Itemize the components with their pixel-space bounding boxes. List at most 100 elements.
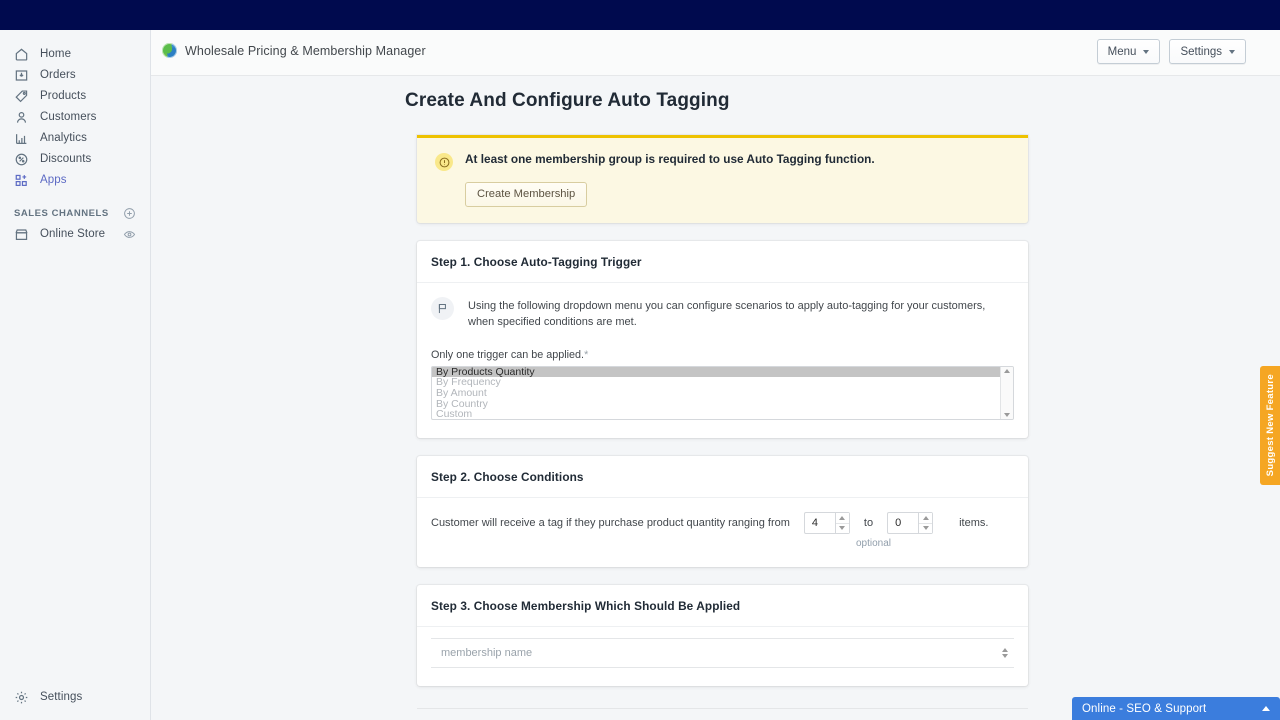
- caret-updown-icon: [1002, 648, 1008, 658]
- step-1-card: Step 1. Choose Auto-Tagging Trigger Usin…: [417, 241, 1028, 438]
- required-marker: *: [584, 349, 588, 361]
- step-1-hint: Using the following dropdown menu you ca…: [431, 297, 1014, 331]
- sidebar-item-online-store[interactable]: Online Store: [8, 224, 142, 245]
- trigger-listbox-options: By Products Quantity By Frequency By Amo…: [432, 367, 1000, 419]
- discounts-percent-icon: [14, 152, 29, 167]
- step-1-title: Step 1. Choose Auto-Tagging Trigger: [431, 255, 642, 269]
- warning-banner-message: At least one membership group is require…: [465, 152, 875, 168]
- sidebar-item-label: Analytics: [40, 133, 87, 145]
- trigger-field-label: Only one trigger can be applied.*: [431, 349, 1014, 361]
- sidebar-item-settings[interactable]: Settings: [8, 687, 143, 708]
- sidebar-nav: Home Orders Products Customers: [0, 30, 150, 245]
- step-1-header: Step 1. Choose Auto-Tagging Trigger: [417, 241, 1028, 283]
- warning-banner-body: At least one membership group is require…: [465, 152, 875, 207]
- chat-widget[interactable]: Online - SEO & Support: [1072, 697, 1280, 720]
- sidebar-item-label: Apps: [40, 175, 67, 187]
- sidebar-item-home[interactable]: Home: [8, 44, 142, 65]
- sidebar-item-label: Products: [40, 91, 86, 103]
- app-identity: Wholesale Pricing & Membership Manager: [162, 43, 426, 58]
- caret-up-icon[interactable]: [1004, 369, 1010, 373]
- list-item[interactable]: By Amount: [432, 388, 1000, 399]
- caret-down-icon[interactable]: [1004, 413, 1010, 417]
- products-tag-icon: [14, 89, 29, 104]
- chevron-down-icon: [1143, 50, 1149, 54]
- alert-circle-icon: [435, 153, 453, 171]
- quantity-from-stepper[interactable]: [804, 512, 850, 534]
- settings-button[interactable]: Settings: [1169, 39, 1246, 64]
- sidebar-item-label: Settings: [40, 692, 82, 704]
- footer-divider: [417, 708, 1028, 709]
- menu-button[interactable]: Menu: [1097, 39, 1161, 64]
- membership-select-placeholder: membership name: [441, 647, 532, 659]
- list-item[interactable]: By Frequency: [432, 377, 1000, 388]
- listbox-scrollbar[interactable]: [1000, 367, 1013, 419]
- app-header: Wholesale Pricing & Membership Manager M…: [151, 30, 1280, 76]
- menu-button-label: Menu: [1108, 46, 1137, 58]
- sidebar-item-label: Customers: [40, 112, 97, 124]
- chat-widget-label: Online - SEO & Support: [1082, 703, 1206, 715]
- sidebar-item-label: Discounts: [40, 154, 91, 166]
- apps-grid-plus-icon: [14, 173, 29, 188]
- sidebar: Home Orders Products Customers: [0, 30, 151, 720]
- sidebar-item-discounts[interactable]: Discounts: [8, 149, 142, 170]
- condition-text: Customer will receive a tag if they purc…: [431, 517, 790, 529]
- app-header-actions: Menu Settings: [1097, 39, 1246, 64]
- quantity-to-spin-buttons: [918, 513, 932, 533]
- quantity-from-decrement[interactable]: [836, 523, 849, 533]
- warning-banner: At least one membership group is require…: [417, 135, 1028, 223]
- step-1-hint-text: Using the following dropdown menu you ca…: [468, 297, 1014, 331]
- list-item[interactable]: By Country: [432, 399, 1000, 410]
- sidebar-item-apps[interactable]: Apps: [8, 170, 142, 191]
- sidebar-item-analytics[interactable]: Analytics: [8, 128, 142, 149]
- condition-row: Customer will receive a tag if they purc…: [431, 512, 1014, 534]
- gear-icon: [14, 690, 29, 705]
- quantity-from-increment[interactable]: [836, 513, 849, 523]
- quantity-to-increment[interactable]: [919, 513, 932, 523]
- plus-circle-icon[interactable]: [123, 207, 136, 220]
- app-root: Home Orders Products Customers: [0, 0, 1280, 720]
- list-item[interactable]: By Products Quantity: [432, 367, 1000, 378]
- flag-icon: [431, 297, 454, 320]
- customers-person-icon: [14, 110, 29, 125]
- orders-inbox-icon: [14, 68, 29, 83]
- chevron-up-icon[interactable]: [1262, 706, 1270, 711]
- step-3-title: Step 3. Choose Membership Which Should B…: [431, 599, 740, 613]
- suggest-new-feature-tab[interactable]: Suggest New Feature: [1260, 366, 1280, 485]
- list-item[interactable]: Custom: [432, 409, 1000, 420]
- eye-icon[interactable]: [123, 228, 136, 241]
- analytics-bars-icon: [14, 131, 29, 146]
- settings-button-label: Settings: [1180, 46, 1222, 58]
- caret-down-icon: [923, 526, 929, 530]
- caret-down-icon: [839, 526, 845, 530]
- create-membership-button[interactable]: Create Membership: [465, 182, 587, 207]
- trigger-field-label-text: Only one trigger can be applied.: [431, 349, 584, 361]
- chevron-down-icon: [1229, 50, 1235, 54]
- items-label: items.: [959, 517, 988, 529]
- step-2-title: Step 2. Choose Conditions: [431, 470, 584, 484]
- app-logo-icon: [162, 43, 177, 58]
- sidebar-item-products[interactable]: Products: [8, 86, 142, 107]
- step-2-body: Customer will receive a tag if they purc…: [417, 498, 1028, 567]
- step-2-header: Step 2. Choose Conditions: [417, 456, 1028, 498]
- page-title: Create And Configure Auto Tagging: [405, 90, 1280, 112]
- suggest-new-feature-label: Suggest New Feature: [1265, 374, 1276, 476]
- membership-select[interactable]: membership name: [431, 638, 1014, 668]
- optional-note: optional: [856, 538, 1014, 549]
- range-to-label: to: [864, 517, 873, 529]
- home-icon: [14, 47, 29, 62]
- sidebar-item-orders[interactable]: Orders: [8, 65, 142, 86]
- quantity-to-decrement[interactable]: [919, 523, 932, 533]
- step-3-card: Step 3. Choose Membership Which Should B…: [417, 585, 1028, 686]
- sidebar-item-customers[interactable]: Customers: [8, 107, 142, 128]
- trigger-listbox[interactable]: By Products Quantity By Frequency By Amo…: [431, 366, 1014, 420]
- quantity-from-spin-buttons: [835, 513, 849, 533]
- sales-channels-title: SALES CHANNELS: [14, 208, 109, 219]
- step-1-body: Using the following dropdown menu you ca…: [417, 283, 1028, 438]
- global-top-bar: [0, 0, 1280, 30]
- content-column: At least one membership group is require…: [417, 135, 1028, 720]
- caret-up-icon: [923, 516, 929, 520]
- sidebar-item-label: Online Store: [40, 229, 105, 241]
- quantity-to-stepper[interactable]: [887, 512, 933, 534]
- store-icon: [14, 227, 29, 242]
- sidebar-item-label: Orders: [40, 70, 76, 82]
